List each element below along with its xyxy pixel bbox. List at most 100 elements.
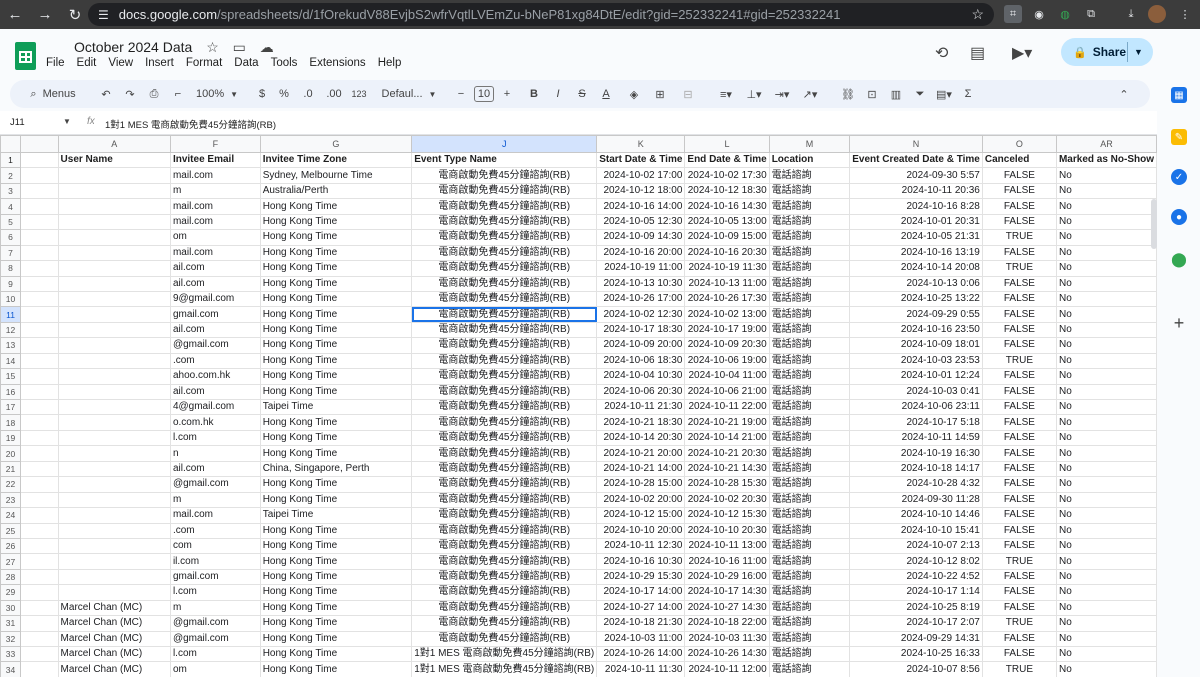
- font-size-input[interactable]: 10: [472, 80, 496, 108]
- table-cell[interactable]: No: [1055, 321, 1157, 339]
- header-cell[interactable]: User Name: [57, 151, 171, 169]
- table-cell[interactable]: ail.com: [169, 321, 261, 339]
- table-cell[interactable]: 電商啟動免費45分鐘諮詢(RB): [411, 429, 598, 447]
- table-cell[interactable]: 2024-10-16 14:00: [596, 198, 686, 215]
- table-cell[interactable]: [57, 445, 171, 462]
- table-cell[interactable]: FALSE: [981, 460, 1057, 478]
- table-cell[interactable]: 電商啟動免費45分鐘諮詢(RB): [411, 337, 598, 354]
- table-cell[interactable]: 2024-10-02 13:00: [684, 306, 770, 323]
- insert-link-icon[interactable]: ⛓: [840, 80, 856, 108]
- table-cell[interactable]: .com: [169, 352, 261, 370]
- table-cell[interactable]: 電話諮詢: [768, 198, 851, 215]
- table-cell[interactable]: [57, 321, 171, 339]
- borders-icon[interactable]: ⊞: [652, 80, 668, 108]
- table-cell[interactable]: Hong Kong Time: [259, 522, 413, 539]
- table-cell[interactable]: No: [1055, 398, 1157, 416]
- table-cell[interactable]: 2024-10-16 8:28: [849, 198, 983, 215]
- table-cell[interactable]: FALSE: [981, 645, 1057, 663]
- table-cell[interactable]: 2024-10-12 8:02: [849, 553, 983, 570]
- table-cell[interactable]: mail.com: [169, 198, 261, 215]
- sheet-grid[interactable]: A F G J K L M N O AR 1 User Name Invitee Email Invite…: [0, 135, 1157, 677]
- table-cell[interactable]: 2024-10-05 12:30: [596, 213, 686, 231]
- row-header[interactable]: 33: [0, 645, 22, 663]
- table-cell[interactable]: 2024-10-28 15:30: [684, 476, 770, 493]
- table-cell[interactable]: l.com: [169, 584, 261, 601]
- table-cell[interactable]: No: [1055, 368, 1157, 385]
- column-header-m[interactable]: M: [768, 135, 851, 153]
- table-cell[interactable]: [57, 553, 171, 570]
- table-cell[interactable]: [57, 584, 171, 601]
- row-header[interactable]: 11: [0, 306, 22, 323]
- paint-format-icon[interactable]: ⌐: [168, 80, 188, 108]
- table-cell[interactable]: 電話諮詢: [768, 321, 851, 339]
- table-cell[interactable]: 2024-10-29 15:30: [596, 568, 686, 586]
- functions-button[interactable]: Σ: [960, 80, 976, 108]
- redo-icon[interactable]: ↷: [120, 80, 140, 108]
- insert-comment-icon[interactable]: ⊡: [864, 80, 880, 108]
- name-box[interactable]: J11: [10, 117, 25, 128]
- table-cell[interactable]: FALSE: [981, 244, 1057, 262]
- table-cell[interactable]: 2024-10-06 23:11: [849, 398, 983, 416]
- row-header[interactable]: 23: [0, 491, 22, 509]
- percent-format[interactable]: %: [276, 80, 292, 108]
- table-cell[interactable]: [57, 383, 171, 401]
- filter-icon[interactable]: ⏷: [912, 80, 928, 108]
- table-cell[interactable]: 電商啟動免費45分鐘諮詢(RB): [411, 398, 598, 416]
- row-header[interactable]: 31: [0, 615, 22, 632]
- table-cell[interactable]: 電話諮詢: [768, 275, 851, 292]
- menu-extensions[interactable]: Extensions: [309, 57, 365, 69]
- table-cell[interactable]: Hong Kong Time: [259, 491, 413, 509]
- table-cell[interactable]: [57, 352, 171, 370]
- table-cell[interactable]: FALSE: [981, 275, 1057, 292]
- table-cell[interactable]: 2024-10-13 10:30: [596, 275, 686, 292]
- table-cell[interactable]: 2024-10-13 0:06: [849, 275, 983, 292]
- italic-button[interactable]: I: [550, 80, 566, 108]
- table-cell[interactable]: 電話諮詢: [768, 568, 851, 586]
- table-cell[interactable]: No: [1055, 584, 1157, 601]
- table-cell[interactable]: @gmail.com: [169, 337, 261, 354]
- history-icon[interactable]: ⟲: [935, 43, 948, 63]
- table-cell[interactable]: 電話諮詢: [768, 337, 851, 354]
- table-cell[interactable]: Hong Kong Time: [259, 275, 413, 292]
- table-cell[interactable]: 2024-10-01 20:31: [849, 213, 983, 231]
- table-cell[interactable]: Hong Kong Time: [259, 229, 413, 246]
- table-cell[interactable]: ail.com: [169, 460, 261, 478]
- table-cell[interactable]: [57, 491, 171, 509]
- table-cell[interactable]: 2024-10-12 15:00: [596, 507, 686, 524]
- bookmark-star-icon[interactable]: ☆: [971, 6, 984, 23]
- table-cell[interactable]: No: [1055, 553, 1157, 570]
- star-icon[interactable]: ☆: [206, 39, 219, 55]
- table-cell[interactable]: 電話諮詢: [768, 352, 851, 370]
- calendar-icon[interactable]: ▦: [1171, 87, 1187, 103]
- menu-help[interactable]: Help: [378, 57, 402, 69]
- table-cell[interactable]: No: [1055, 306, 1157, 323]
- table-cell[interactable]: China, Singapore, Perth: [259, 460, 413, 478]
- table-cell[interactable]: 2024-10-16 23:50: [849, 321, 983, 339]
- table-cell[interactable]: 2024-10-29 16:00: [684, 568, 770, 586]
- column-header-n[interactable]: N: [849, 135, 983, 153]
- table-cell[interactable]: Hong Kong Time: [259, 645, 413, 663]
- row-header[interactable]: 20: [0, 445, 22, 462]
- table-cell[interactable]: 2024-10-13 11:00: [684, 275, 770, 292]
- table-cell[interactable]: No: [1055, 599, 1157, 617]
- table-cell[interactable]: Marcel Chan (MC): [57, 615, 171, 632]
- table-cell[interactable]: 電商啟動免費45分鐘諮詢(RB): [411, 476, 598, 493]
- table-cell[interactable]: FALSE: [981, 429, 1057, 447]
- table-cell[interactable]: 2024-10-16 10:30: [596, 553, 686, 570]
- table-cell[interactable]: [57, 275, 171, 292]
- table-cell[interactable]: 電話諮詢: [768, 445, 851, 462]
- zoom-select[interactable]: 100% ▼: [192, 80, 242, 108]
- table-cell[interactable]: Hong Kong Time: [259, 615, 413, 632]
- table-cell[interactable]: Hong Kong Time: [259, 290, 413, 308]
- table-cell[interactable]: 電話諮詢: [768, 645, 851, 663]
- table-cell[interactable]: 電商啟動免費45分鐘諮詢(RB): [411, 260, 598, 277]
- table-cell[interactable]: 2024-10-17 14:30: [684, 584, 770, 601]
- table-cell[interactable]: No: [1055, 491, 1157, 509]
- table-cell[interactable]: 電商啟動免費45分鐘諮詢(RB): [411, 167, 598, 184]
- menu-view[interactable]: View: [108, 57, 133, 69]
- table-cell[interactable]: [57, 568, 171, 586]
- table-cell[interactable]: No: [1055, 182, 1157, 200]
- table-cell[interactable]: 2024-10-09 20:30: [684, 337, 770, 354]
- table-cell[interactable]: 2024-10-11 12:30: [596, 537, 686, 555]
- table-cell[interactable]: 電商啟動免費45分鐘諮詢(RB): [411, 537, 598, 555]
